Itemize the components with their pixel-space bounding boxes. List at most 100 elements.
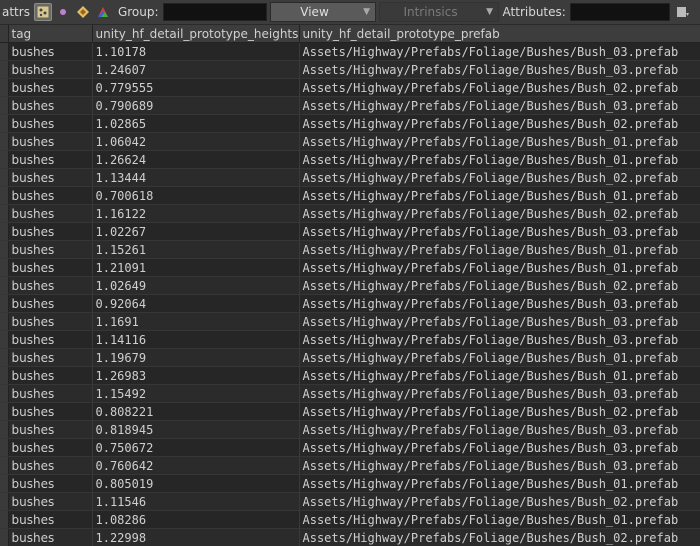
table-row[interactable]: bushes 0.779555 Assets/Highway/Prefabs/Fol… bbox=[0, 78, 700, 97]
point-icon[interactable] bbox=[54, 3, 72, 21]
cell-heightscale[interactable]: 1.06042 bbox=[92, 132, 300, 151]
table-row[interactable]: bushes 1.21091 Assets/Highway/Prefabs/Foli… bbox=[0, 258, 700, 277]
cell-heightscale[interactable]: 0.760642 bbox=[92, 456, 300, 475]
cell-tag[interactable]: bushes bbox=[8, 420, 93, 439]
table-row[interactable]: bushes 1.26624 Assets/Highway/Prefabs/Foli… bbox=[0, 150, 700, 169]
table-row[interactable]: bushes 0.92064 Assets/Highway/Prefabs/Foli… bbox=[0, 294, 700, 313]
cell-prefab[interactable]: Assets/Highway/Prefabs/Foliage/Bushes/Bu… bbox=[299, 96, 700, 115]
cell-tag[interactable]: bushes bbox=[8, 168, 93, 187]
table-row[interactable]: bushes 1.26983 Assets/Highway/Prefabs/Foli… bbox=[0, 366, 700, 385]
table-row[interactable]: bushes 0.808221 Assets/Highway/Prefabs/Fol… bbox=[0, 402, 700, 421]
cell-prefab[interactable]: Assets/Highway/Prefabs/Foliage/Bushes/Bu… bbox=[299, 312, 700, 331]
row-gutter[interactable] bbox=[0, 402, 9, 421]
cell-prefab[interactable]: Assets/Highway/Prefabs/Foliage/Bushes/Bu… bbox=[299, 150, 700, 169]
row-gutter[interactable] bbox=[0, 132, 9, 151]
cell-heightscale[interactable]: 0.790689 bbox=[92, 96, 300, 115]
table-row[interactable]: bushes 1.08286 Assets/Highway/Prefabs/Foli… bbox=[0, 510, 700, 529]
cell-tag[interactable]: bushes bbox=[8, 312, 93, 331]
cell-heightscale[interactable]: 1.26624 bbox=[92, 150, 300, 169]
table-row[interactable]: bushes 1.24607 Assets/Highway/Prefabs/Foli… bbox=[0, 60, 700, 79]
cell-prefab[interactable]: Assets/Highway/Prefabs/Foliage/Bushes/Bu… bbox=[299, 60, 700, 79]
row-gutter[interactable] bbox=[0, 168, 9, 187]
cell-prefab[interactable]: Assets/Highway/Prefabs/Foliage/Bushes/Bu… bbox=[299, 438, 700, 457]
cell-heightscale[interactable]: 0.92064 bbox=[92, 294, 300, 313]
cell-prefab[interactable]: Assets/Highway/Prefabs/Foliage/Bushes/Bu… bbox=[299, 492, 700, 511]
cell-heightscale[interactable]: 0.750672 bbox=[92, 438, 300, 457]
cell-tag[interactable]: bushes bbox=[8, 294, 93, 313]
cell-prefab[interactable]: Assets/Highway/Prefabs/Foliage/Bushes/Bu… bbox=[299, 186, 700, 205]
row-gutter[interactable] bbox=[0, 510, 9, 529]
cell-tag[interactable]: bushes bbox=[8, 366, 93, 385]
row-gutter[interactable] bbox=[0, 366, 9, 385]
cell-heightscale[interactable]: 1.10178 bbox=[92, 42, 300, 61]
cell-tag[interactable]: bushes bbox=[8, 510, 93, 529]
cell-heightscale[interactable]: 0.779555 bbox=[92, 78, 300, 97]
cell-tag[interactable]: bushes bbox=[8, 438, 93, 457]
row-gutter[interactable] bbox=[0, 150, 9, 169]
cell-heightscale[interactable]: 0.818945 bbox=[92, 420, 300, 439]
cell-heightscale[interactable]: 1.08286 bbox=[92, 510, 300, 529]
table-row[interactable]: bushes 0.805019 Assets/Highway/Prefabs/Fol… bbox=[0, 474, 700, 493]
table-row[interactable]: bushes 1.15261 Assets/Highway/Prefabs/Foli… bbox=[0, 240, 700, 259]
cell-tag[interactable]: bushes bbox=[8, 150, 93, 169]
table-row[interactable]: bushes 1.02649 Assets/Highway/Prefabs/Foli… bbox=[0, 276, 700, 295]
cell-prefab[interactable]: Assets/Highway/Prefabs/Foliage/Bushes/Bu… bbox=[299, 222, 700, 241]
cell-prefab[interactable]: Assets/Highway/Prefabs/Foliage/Bushes/Bu… bbox=[299, 294, 700, 313]
cell-prefab[interactable]: Assets/Highway/Prefabs/Foliage/Bushes/Bu… bbox=[299, 204, 700, 223]
cell-tag[interactable]: bushes bbox=[8, 42, 93, 61]
cell-tag[interactable]: bushes bbox=[8, 384, 93, 403]
cell-heightscale[interactable]: 1.15492 bbox=[92, 384, 300, 403]
cell-prefab[interactable]: Assets/Highway/Prefabs/Foliage/Bushes/Bu… bbox=[299, 114, 700, 133]
cell-prefab[interactable]: Assets/Highway/Prefabs/Foliage/Bushes/Bu… bbox=[299, 366, 700, 385]
cell-prefab[interactable]: Assets/Highway/Prefabs/Foliage/Bushes/Bu… bbox=[299, 276, 700, 295]
column-header-heightscale[interactable]: unity_hf_detail_prototype_heightscale bbox=[92, 25, 300, 43]
cell-tag[interactable]: bushes bbox=[8, 258, 93, 277]
cell-tag[interactable]: bushes bbox=[8, 60, 93, 79]
table-row[interactable]: bushes 0.700618 Assets/Highway/Prefabs/Fol… bbox=[0, 186, 700, 205]
column-header-prefab[interactable]: unity_hf_detail_prototype_prefab bbox=[299, 25, 700, 43]
cell-tag[interactable]: bushes bbox=[8, 204, 93, 223]
vertex-icon[interactable] bbox=[74, 3, 92, 21]
row-gutter[interactable] bbox=[0, 42, 9, 61]
row-gutter[interactable] bbox=[0, 240, 9, 259]
cell-tag[interactable]: bushes bbox=[8, 114, 93, 133]
cell-tag[interactable]: bushes bbox=[8, 186, 93, 205]
table-row[interactable]: bushes 1.1691 Assets/Highway/Prefabs/Folia… bbox=[0, 312, 700, 331]
cell-prefab[interactable]: Assets/Highway/Prefabs/Foliage/Bushes/Bu… bbox=[299, 510, 700, 529]
cell-tag[interactable]: bushes bbox=[8, 222, 93, 241]
cell-tag[interactable]: bushes bbox=[8, 348, 93, 367]
cell-tag[interactable]: bushes bbox=[8, 96, 93, 115]
row-gutter[interactable] bbox=[0, 60, 9, 79]
table-row[interactable]: bushes 0.790689 Assets/Highway/Prefabs/Fol… bbox=[0, 96, 700, 115]
row-gutter[interactable] bbox=[0, 330, 9, 349]
cell-prefab[interactable]: Assets/Highway/Prefabs/Foliage/Bushes/Bu… bbox=[299, 258, 700, 277]
cell-prefab[interactable]: Assets/Highway/Prefabs/Foliage/Bushes/Bu… bbox=[299, 384, 700, 403]
table-row[interactable]: bushes 0.818945 Assets/Highway/Prefabs/Fol… bbox=[0, 420, 700, 439]
cell-heightscale[interactable]: 1.15261 bbox=[92, 240, 300, 259]
cell-heightscale[interactable]: 1.02865 bbox=[92, 114, 300, 133]
cell-heightscale[interactable]: 0.700618 bbox=[92, 186, 300, 205]
cell-tag[interactable]: bushes bbox=[8, 330, 93, 349]
table-row[interactable]: bushes 1.16122 Assets/Highway/Prefabs/Foli… bbox=[0, 204, 700, 223]
cell-prefab[interactable]: Assets/Highway/Prefabs/Foliage/Bushes/Bu… bbox=[299, 474, 700, 493]
table-row[interactable]: bushes 0.760642 Assets/Highway/Prefabs/Fol… bbox=[0, 456, 700, 475]
table-row[interactable]: bushes 1.22998 Assets/Highway/Prefabs/Foli… bbox=[0, 528, 700, 546]
cell-tag[interactable]: bushes bbox=[8, 402, 93, 421]
cell-heightscale[interactable]: 0.805019 bbox=[92, 474, 300, 493]
row-gutter[interactable] bbox=[0, 258, 9, 277]
cell-heightscale[interactable]: 1.1691 bbox=[92, 312, 300, 331]
cell-heightscale[interactable]: 1.13444 bbox=[92, 168, 300, 187]
cell-tag[interactable]: bushes bbox=[8, 456, 93, 475]
cell-heightscale[interactable]: 1.02267 bbox=[92, 222, 300, 241]
row-gutter[interactable] bbox=[0, 114, 9, 133]
cell-tag[interactable]: bushes bbox=[8, 78, 93, 97]
table-row[interactable]: bushes 1.10178 Assets/Highway/Prefabs/Foli… bbox=[0, 42, 700, 61]
cell-prefab[interactable]: Assets/Highway/Prefabs/Foliage/Bushes/Bu… bbox=[299, 78, 700, 97]
cell-tag[interactable]: bushes bbox=[8, 492, 93, 511]
cell-heightscale[interactable]: 1.14116 bbox=[92, 330, 300, 349]
table-row[interactable]: bushes 1.02267 Assets/Highway/Prefabs/Foli… bbox=[0, 222, 700, 241]
cell-prefab[interactable]: Assets/Highway/Prefabs/Foliage/Bushes/Bu… bbox=[299, 402, 700, 421]
row-gutter[interactable] bbox=[0, 204, 9, 223]
row-gutter[interactable] bbox=[0, 420, 9, 439]
cell-tag[interactable]: bushes bbox=[8, 276, 93, 295]
